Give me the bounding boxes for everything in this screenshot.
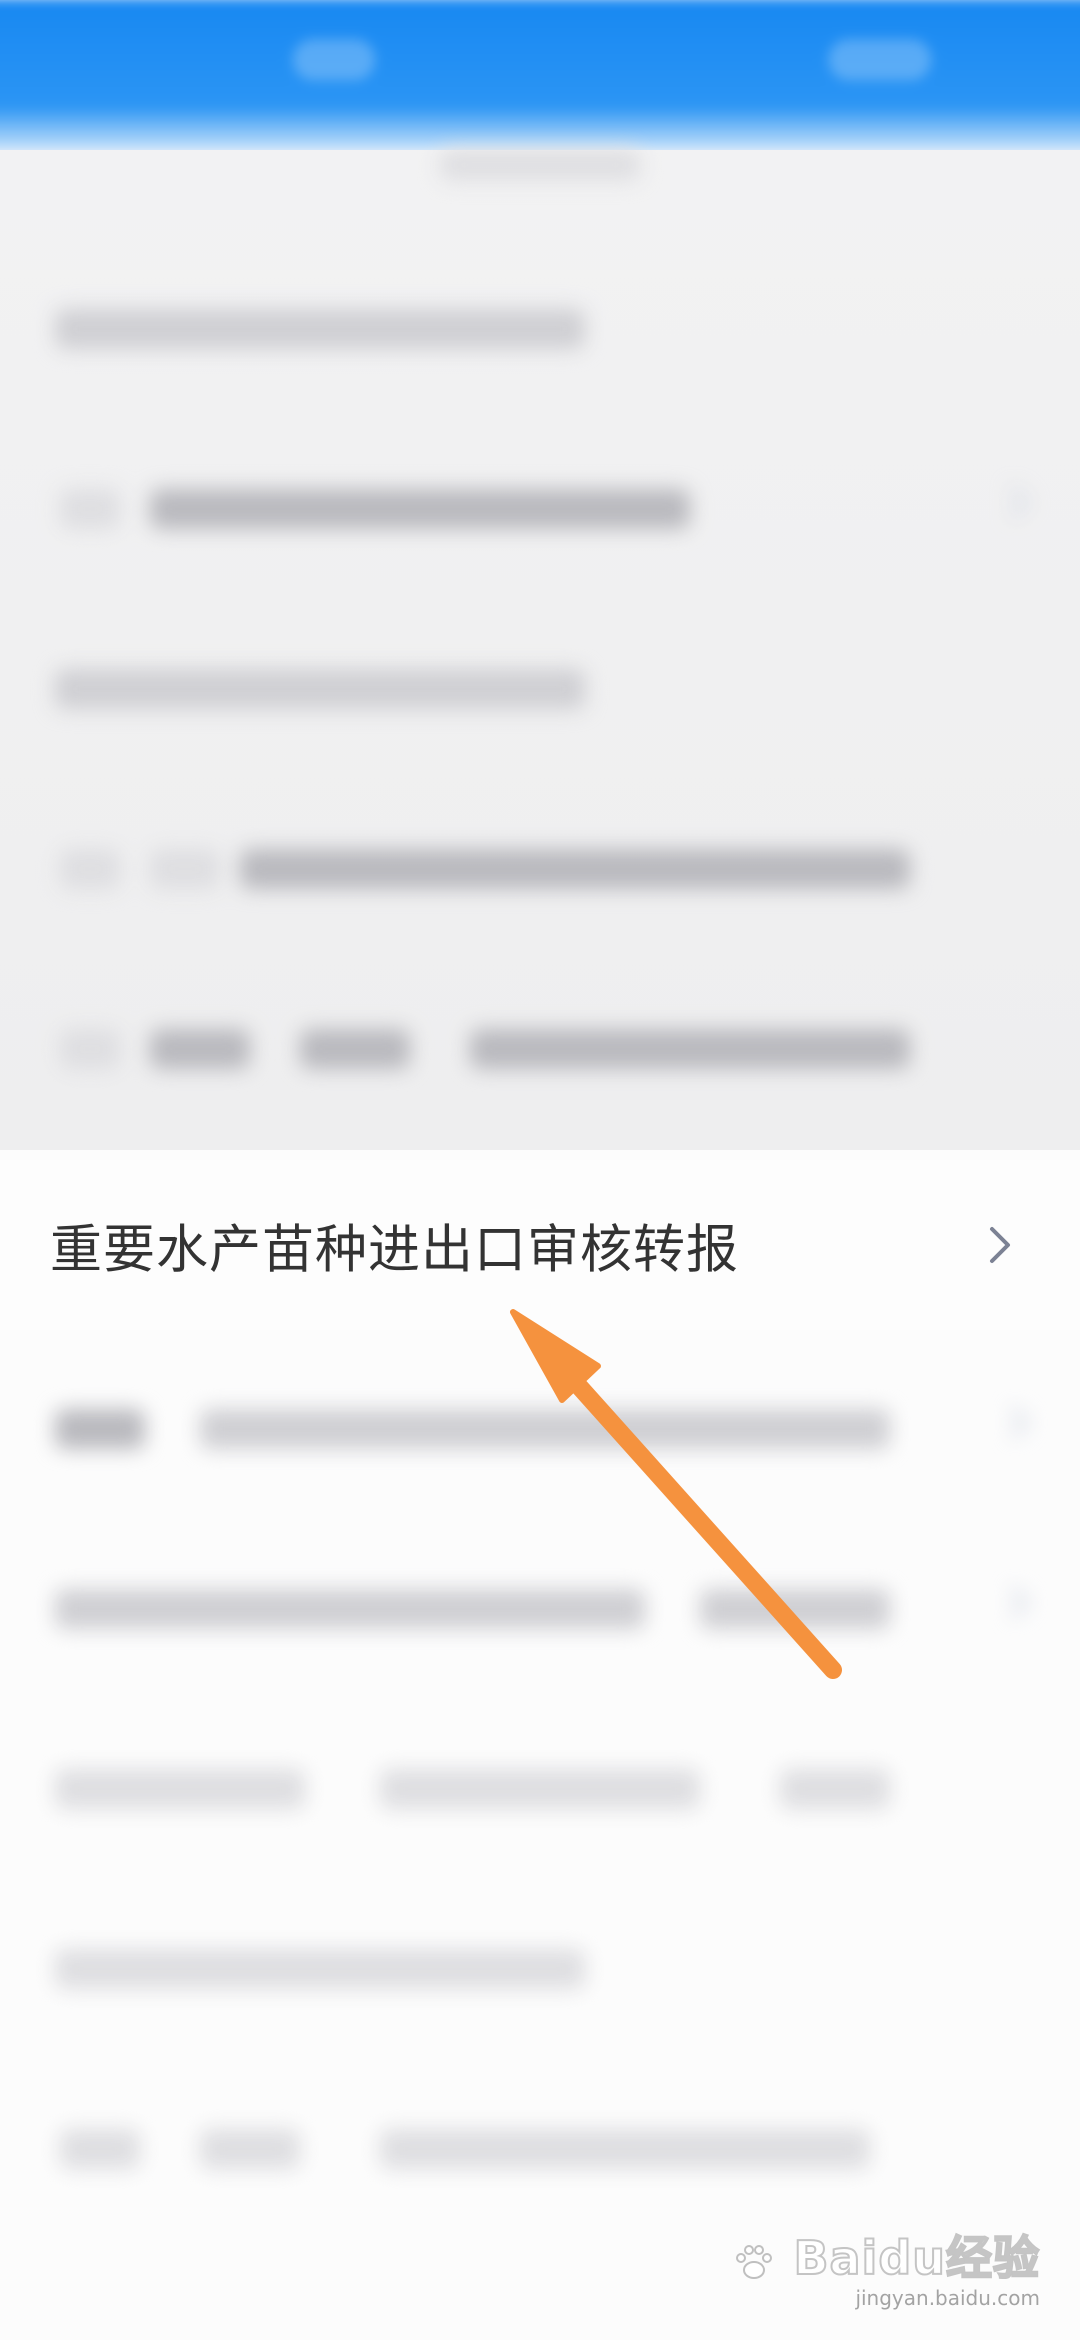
list-item[interactable] xyxy=(0,780,1080,958)
list-item[interactable] xyxy=(0,1520,1080,1698)
chevron-right-icon xyxy=(990,1227,1010,1263)
baidu-paw-icon xyxy=(736,2244,773,2279)
list-item[interactable] xyxy=(0,240,1080,418)
watermark: Baidu经验 jingyan.baidu.com xyxy=(732,2222,1040,2310)
chevron-right-icon xyxy=(997,1406,1030,1439)
watermark-logo: Baidu经验 xyxy=(732,2222,1040,2288)
list-item[interactable] xyxy=(0,2060,1080,2238)
list-item[interactable] xyxy=(0,420,1080,598)
header-blurred-element xyxy=(828,38,932,81)
list-item-label: 重要水产苗种进出口审核转报 xyxy=(50,1220,740,1281)
list-item[interactable] xyxy=(0,1700,1080,1878)
list-item[interactable] xyxy=(0,1880,1080,2058)
chevron-right-icon xyxy=(997,486,1030,519)
chevron-right-icon xyxy=(997,1586,1030,1619)
list-item-aquatic-seed-import-export[interactable]: 重要水产苗种进出口审核转报 xyxy=(0,1160,1080,1330)
list-item[interactable] xyxy=(0,1340,1080,1518)
header-blurred-element xyxy=(292,38,376,81)
list-item[interactable] xyxy=(0,600,1080,778)
blurred-subheader xyxy=(0,130,1080,200)
list-item[interactable] xyxy=(0,960,1080,1138)
watermark-url: jingyan.baidu.com xyxy=(855,2286,1040,2310)
